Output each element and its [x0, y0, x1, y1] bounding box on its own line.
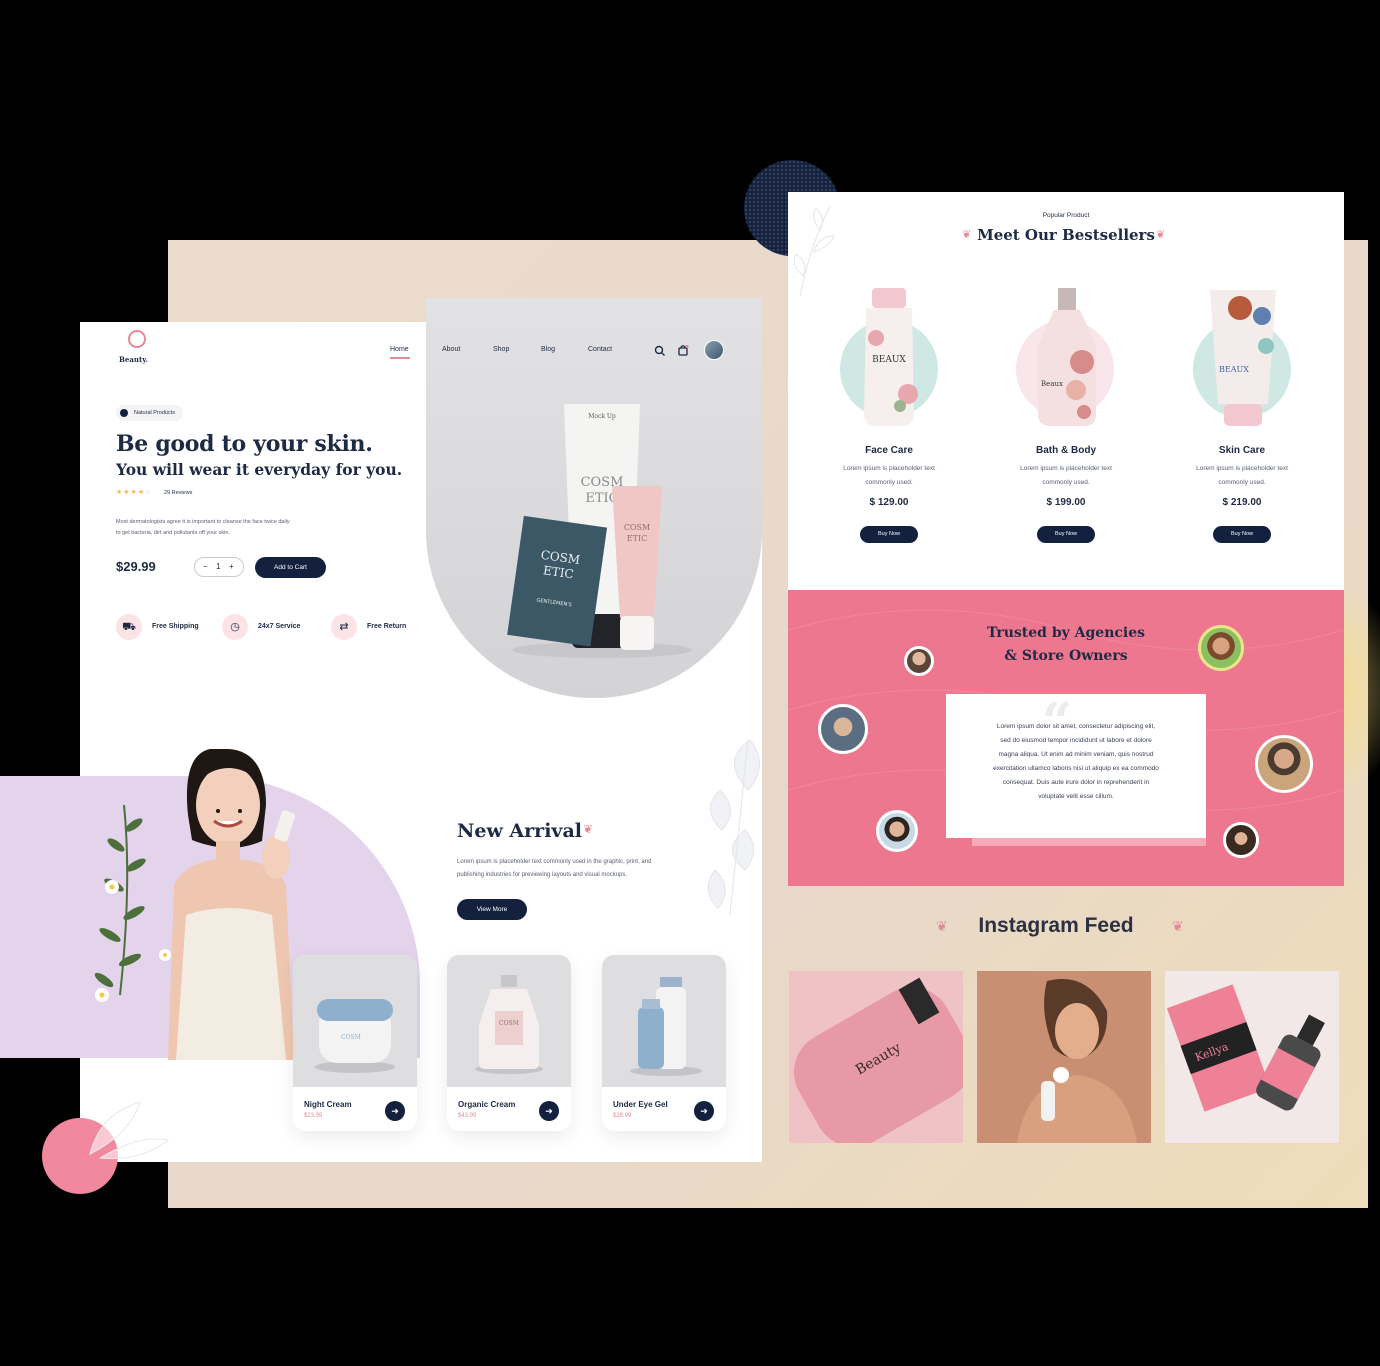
svg-text:Mock Up: Mock Up — [588, 413, 616, 420]
organic-cream-image: COSM — [447, 955, 571, 1087]
product-name: Night Cream — [304, 1100, 352, 1109]
natural-products-badge: Natural Products — [116, 405, 183, 421]
nav-blog[interactable]: Blog — [541, 346, 555, 353]
user-avatar[interactable] — [704, 340, 724, 360]
svg-text:COSM: COSM — [624, 523, 650, 532]
badge-label: Natural Products — [134, 410, 175, 416]
nav-active-underline — [390, 357, 410, 359]
buy-now-button[interactable]: Buy Now — [1213, 526, 1271, 543]
product-price: $43.99 — [458, 1113, 477, 1119]
feature-free-return: Free Return — [367, 623, 407, 630]
drop-icon — [120, 409, 128, 417]
add-to-cart-button[interactable]: Add to Cart — [255, 557, 326, 578]
instagram-post-1[interactable]: Beauty — [789, 971, 963, 1143]
nav-shop[interactable]: Shop — [493, 346, 509, 353]
svg-text:COSM: COSM — [499, 1020, 519, 1027]
leaf-accent-icon: ❦ — [583, 822, 594, 836]
testimonial-quote-card: “ Lorem ipsum dolor sit amet, consectetu… — [946, 692, 1206, 838]
bestseller-price: $ 199.00 — [1046, 497, 1086, 508]
testimonials-title: Trusted by Agencies & Store Owners — [986, 625, 1146, 664]
product-card-night-cream[interactable]: COSM Night Cream $23.99 ➜ — [293, 955, 417, 1131]
hero-description: Most dermatologists agree it is importan… — [116, 519, 290, 536]
increment-button[interactable]: + — [229, 562, 234, 571]
brand-logo-icon[interactable] — [128, 330, 146, 348]
reviewer-avatar[interactable] — [876, 810, 918, 852]
reviewer-avatar[interactable] — [818, 704, 868, 754]
nav-about[interactable]: About — [442, 346, 460, 353]
arrow-right-icon[interactable]: ➜ — [385, 1101, 405, 1121]
leaf-accent-right-icon: ❦ — [1156, 229, 1166, 241]
leaf-decoration-icon — [707, 739, 760, 916]
instagram-post-2[interactable] — [977, 971, 1151, 1143]
bestsellers-eyebrow: Popular Product — [1042, 212, 1090, 219]
bestsellers-title: Meet Our Bestsellers — [977, 226, 1155, 244]
stopwatch-icon: ◷ — [222, 614, 248, 640]
hero-title: Be good to your skin. — [116, 431, 373, 457]
svg-text:BEAUX: BEAUX — [872, 355, 906, 365]
new-arrival-title: New Arrival — [457, 820, 582, 842]
arrow-right-icon[interactable]: ➜ — [694, 1101, 714, 1121]
nav-contact[interactable]: Contact — [588, 346, 612, 353]
bestseller-price: $ 129.00 — [869, 497, 909, 508]
bestseller-name: Bath & Body — [1036, 445, 1096, 456]
testimonial-text: Lorem ipsum dolor sit amet, consectetur … — [993, 723, 1159, 800]
return-icon: ⇄ — [331, 614, 357, 640]
feature-free-shipping: Free Shipping — [152, 623, 199, 630]
under-eye-gel-image — [602, 955, 726, 1087]
hero-price: $29.99 — [116, 559, 156, 574]
reviewer-avatar[interactable] — [904, 646, 934, 676]
product-name: Organic Cream — [458, 1100, 516, 1109]
product-price: $28.99 — [613, 1113, 632, 1119]
bestseller-description: Lorem ipsum is placeholder text commonly … — [843, 465, 935, 486]
feature-24x7-service: 24x7 Service — [258, 623, 301, 630]
face-care-product-image: BEAUX — [864, 288, 918, 426]
leaf-accent-left-icon: ❦ — [962, 229, 972, 241]
product-name: Under Eye Gel — [613, 1100, 668, 1109]
shopping-bag-icon[interactable] — [677, 344, 689, 356]
quantity-stepper[interactable]: − 1 + — [194, 557, 244, 577]
product-card-under-eye-gel[interactable]: Under Eye Gel $28.99 ➜ — [602, 955, 726, 1131]
product-price: $23.99 — [304, 1113, 323, 1119]
svg-text:COSM: COSM — [341, 1034, 361, 1041]
leaf-accent-left-icon: ❦ — [936, 918, 948, 934]
brand-name[interactable]: Beauty. — [119, 355, 148, 364]
view-more-button[interactable]: View More — [457, 899, 527, 920]
search-icon[interactable] — [654, 345, 666, 357]
leaf-outline-icon — [89, 1101, 170, 1160]
nav-home[interactable]: Home — [390, 346, 409, 353]
rating-stars: ★★★★☆ — [116, 489, 153, 496]
product-card-organic-cream[interactable]: COSM Organic Cream $43.99 ➜ — [447, 955, 571, 1131]
bath-body-product-image: Beaux — [1038, 288, 1096, 426]
decrement-button[interactable]: − — [203, 562, 208, 571]
quantity-value: 1 — [216, 562, 221, 571]
review-count[interactable]: 29 Reviews — [164, 490, 192, 496]
svg-text:Beaux: Beaux — [1041, 380, 1063, 388]
bestseller-name: Skin Care — [1218, 445, 1266, 456]
bestseller-name: Face Care — [865, 445, 913, 456]
reviewer-avatar[interactable] — [1198, 625, 1244, 671]
buy-now-button[interactable]: Buy Now — [860, 526, 918, 543]
instagram-post-3[interactable]: Kellya — [1165, 971, 1339, 1143]
reviewer-avatar[interactable] — [1223, 822, 1259, 858]
instagram-title: Instagram Feed — [978, 914, 1134, 937]
new-arrival-description: Lorem ipsum is placeholder text commonly… — [457, 859, 652, 878]
arrow-right-icon[interactable]: ➜ — [539, 1101, 559, 1121]
svg-text:BEAUX: BEAUX — [1219, 365, 1249, 374]
bestseller-description: Lorem ipsum is placeholder text commonly … — [1020, 465, 1112, 486]
truck-icon: ⛟ — [116, 614, 142, 640]
bestseller-price: $ 219.00 — [1222, 497, 1262, 508]
reviewer-avatar[interactable] — [1255, 735, 1313, 793]
svg-text:ETIC: ETIC — [627, 534, 647, 543]
skin-care-product-image: BEAUX — [1210, 290, 1276, 426]
hero-subtitle: You will wear it everyday for you. — [116, 460, 403, 479]
buy-now-button[interactable]: Buy Now — [1037, 526, 1095, 543]
leaf-accent-right-icon: ❦ — [1172, 918, 1184, 934]
bestseller-description: Lorem ipsum is placeholder text commonly … — [1196, 465, 1288, 486]
night-cream-image: COSM — [293, 955, 417, 1087]
